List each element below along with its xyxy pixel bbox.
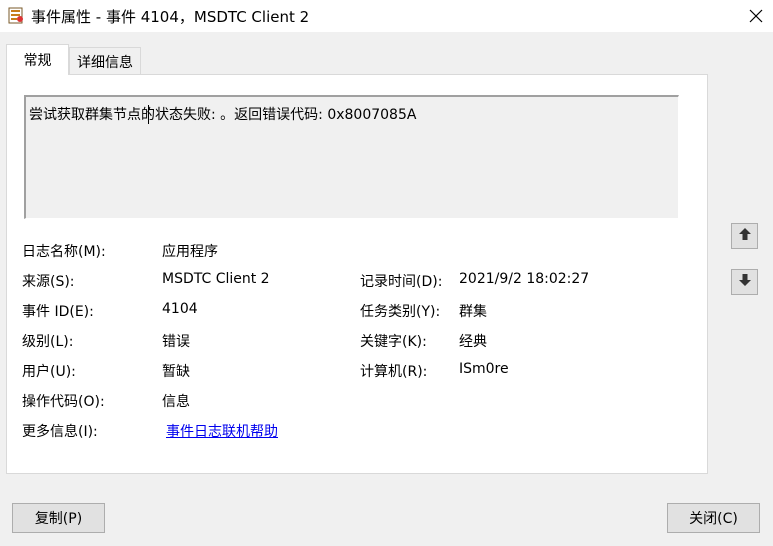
user-value: 暂缺 [162,364,190,380]
source-label: 来源(S): [22,274,75,290]
task-category-value: 群集 [459,304,487,320]
logged-label: 记录时间(D): [360,274,443,290]
window-title: 事件属性 - 事件 4104，MSDTC Client 2 [31,8,310,26]
level-value: 错误 [162,334,190,350]
close-button[interactable]: 关闭(C) [667,503,760,533]
logged-value: 2021/9/2 18:02:27 [459,271,590,287]
description-text: 尝试获取群集节点的状态失败: 。返回错误代码: 0x8007085A [29,107,417,123]
tab-details-label: 详细信息 [77,54,133,71]
keywords-label: 关键字(K): [360,334,427,350]
tab-details[interactable]: 详细信息 [69,47,141,75]
event-id-label: 事件 ID(E): [22,304,94,320]
close-button-label: 关闭(C) [689,511,738,527]
opcode-label: 操作代码(O): [22,394,105,410]
computer-label: 计算机(R): [360,364,428,380]
event-id-value: 4104 [162,301,198,317]
title-bar: 事件属性 - 事件 4104，MSDTC Client 2 [0,0,773,32]
opcode-value: 信息 [162,394,190,410]
level-label: 级别(L): [22,334,74,350]
text-caret [148,105,149,124]
source-value: MSDTC Client 2 [162,271,270,287]
log-name-value: 应用程序 [162,244,218,260]
task-category-label: 任务类别(Y): [360,304,441,320]
user-label: 用户(U): [22,364,76,380]
event-viewer-icon [8,7,24,24]
tab-general-label: 常规 [23,53,52,69]
arrow-down-icon [738,273,752,291]
next-event-button[interactable] [731,269,758,295]
previous-event-button[interactable] [731,223,758,249]
copy-button-label: 复制(P) [34,511,83,527]
copy-button[interactable]: 复制(P) [12,503,105,533]
arrow-up-icon [738,227,752,245]
online-help-link[interactable]: 事件日志联机帮助 [166,421,278,441]
keywords-value: 经典 [459,334,487,350]
close-icon[interactable] [738,0,773,32]
tab-general[interactable]: 常规 [6,44,69,75]
computer-value: ISm0re [459,361,509,377]
log-name-label: 日志名称(M): [22,244,106,260]
more-info-label: 更多信息(I): [22,424,98,440]
